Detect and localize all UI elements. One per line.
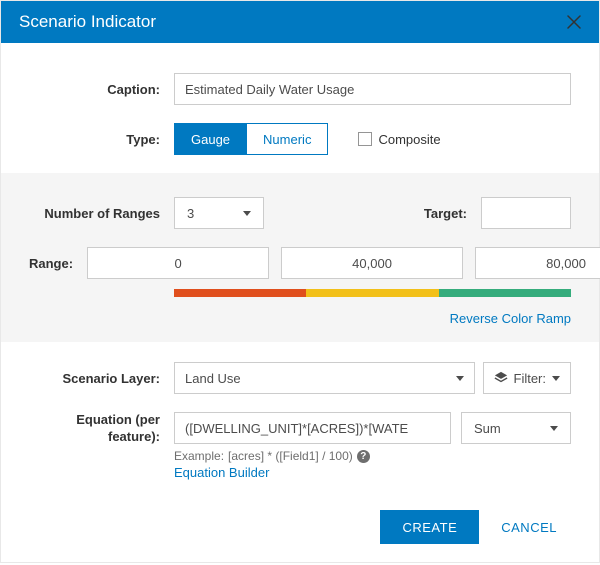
- range-label: Range:: [29, 256, 87, 271]
- type-option-gauge[interactable]: Gauge: [174, 123, 246, 155]
- close-icon: [567, 15, 581, 29]
- help-icon[interactable]: ?: [357, 450, 370, 463]
- ramp-segment-1: [306, 289, 438, 297]
- type-row: Type: Gauge Numeric Composite: [29, 123, 571, 155]
- ranges-panel: Number of Ranges 3 Target: Range:: [1, 173, 599, 342]
- dialog-footer: CREATE CANCEL: [29, 510, 571, 544]
- filter-button[interactable]: Filter:: [483, 362, 572, 394]
- num-ranges-select[interactable]: 3: [174, 197, 264, 229]
- reverse-color-ramp-link[interactable]: Reverse Color Ramp: [450, 311, 571, 326]
- aggregate-select[interactable]: Sum: [461, 412, 571, 444]
- type-option-numeric[interactable]: Numeric: [246, 123, 328, 155]
- filter-label: Filter:: [514, 371, 547, 386]
- close-button[interactable]: [563, 11, 585, 33]
- scenario-indicator-dialog: Scenario Indicator Caption: Type: Gauge …: [0, 0, 600, 563]
- create-button[interactable]: CREATE: [380, 510, 479, 544]
- type-label: Type:: [29, 132, 174, 147]
- num-ranges-value: 3: [187, 206, 194, 221]
- caption-label: Caption:: [29, 82, 174, 97]
- color-ramp: [174, 289, 571, 297]
- target-label: Target:: [424, 206, 467, 221]
- composite-label: Composite: [378, 132, 440, 147]
- composite-checkbox[interactable]: [358, 132, 372, 146]
- chevron-down-icon: [552, 376, 560, 381]
- cancel-button[interactable]: CANCEL: [487, 510, 571, 544]
- target-input[interactable]: [481, 197, 571, 229]
- num-ranges-label: Number of Ranges: [29, 206, 174, 221]
- equation-input[interactable]: [174, 412, 451, 444]
- scenario-layer-label: Scenario Layer:: [29, 371, 174, 386]
- caption-input[interactable]: [174, 73, 571, 105]
- color-ramp-wrap: Reverse Color Ramp: [174, 289, 571, 326]
- scenario-layer-value: Land Use: [185, 371, 241, 386]
- layers-icon: [494, 371, 508, 385]
- scenario-layer-row: Scenario Layer: Land Use Filter:: [29, 362, 571, 394]
- aggregate-value: Sum: [474, 421, 501, 436]
- equation-row: Equation (per feature): Sum Example: [ac…: [29, 412, 571, 480]
- chevron-down-icon: [243, 211, 251, 216]
- ramp-segment-0: [174, 289, 306, 297]
- range-input-1[interactable]: [281, 247, 463, 279]
- dialog-title: Scenario Indicator: [19, 12, 156, 32]
- range-input-0[interactable]: [87, 247, 269, 279]
- caption-row: Caption:: [29, 73, 571, 105]
- equation-example: Example: [acres] * ([Field1] / 100) ?: [174, 449, 571, 463]
- composite-checkbox-wrap[interactable]: Composite: [358, 132, 440, 147]
- equation-label: Equation (per feature):: [29, 412, 174, 446]
- range-row: Range:: [29, 247, 571, 279]
- dialog-body: Caption: Type: Gauge Numeric Composite N…: [1, 43, 599, 562]
- chevron-down-icon: [456, 376, 464, 381]
- dialog-header: Scenario Indicator: [1, 1, 599, 43]
- scenario-layer-select[interactable]: Land Use: [174, 362, 475, 394]
- equation-builder-link[interactable]: Equation Builder: [174, 465, 269, 480]
- type-toggle: Gauge Numeric: [174, 123, 328, 155]
- range-input-2[interactable]: [475, 247, 600, 279]
- ramp-segment-2: [439, 289, 571, 297]
- chevron-down-icon: [550, 426, 558, 431]
- range-inputs: [87, 247, 600, 279]
- num-ranges-row: Number of Ranges 3 Target:: [29, 197, 571, 229]
